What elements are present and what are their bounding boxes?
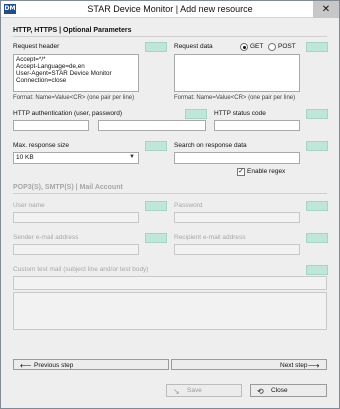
request-header-status-field bbox=[145, 42, 167, 52]
close-label: Close bbox=[271, 387, 288, 394]
recipient-input[interactable] bbox=[174, 244, 300, 255]
next-step-button[interactable]: Next step ⟶ bbox=[171, 359, 327, 370]
password-label: Password bbox=[174, 202, 203, 209]
arrow-left-icon: ⟵ bbox=[20, 361, 32, 370]
recipient-label: Recipient e-mail address bbox=[174, 234, 246, 241]
http-auth-user-input[interactable] bbox=[13, 120, 89, 131]
enable-regex-label: Enable regex bbox=[247, 168, 286, 175]
post-radio-label: POST bbox=[278, 43, 296, 50]
http-status-input[interactable] bbox=[214, 120, 300, 131]
save-label: Save bbox=[187, 387, 202, 394]
get-radio[interactable] bbox=[240, 43, 248, 51]
request-data-hint: Format: Name=Value<CR> (one pair per lin… bbox=[174, 95, 296, 101]
search-response-input[interactable] bbox=[174, 152, 300, 164]
custom-mail-label: Custom test mail (subject line and/or te… bbox=[13, 266, 149, 273]
search-response-label: Search on response data bbox=[174, 142, 247, 149]
exit-icon: ⟲ bbox=[257, 387, 264, 396]
dialog-window: DM STAR Device Monitor | Add new resourc… bbox=[0, 0, 340, 409]
http-auth-label: HTTP authentication (user, password) bbox=[13, 110, 122, 117]
sender-input[interactable] bbox=[13, 244, 139, 255]
request-header-label: Request header bbox=[13, 43, 60, 50]
request-header-value: Accept=*/* Accept-Language=de,en User-Ag… bbox=[16, 56, 112, 84]
request-header-textarea[interactable]: Accept=*/* Accept-Language=de,en User-Ag… bbox=[13, 54, 139, 92]
user-name-label: User name bbox=[13, 202, 45, 209]
http-status-status-field bbox=[306, 109, 328, 119]
request-data-status-field bbox=[306, 42, 328, 52]
sender-label: Sender e-mail address bbox=[13, 234, 79, 241]
custom-mail-status-field bbox=[306, 265, 328, 275]
password-status-field bbox=[306, 201, 328, 211]
save-button[interactable]: ↘ Save bbox=[166, 384, 242, 397]
custom-mail-body-textarea[interactable] bbox=[13, 292, 327, 330]
title-bar: DM STAR Device Monitor | Add new resourc… bbox=[1, 1, 339, 18]
http-status-label: HTTP status code bbox=[214, 110, 266, 117]
http-section-title: HTTP, HTTPS | Optional Parameters bbox=[13, 27, 132, 34]
max-response-status-field bbox=[145, 141, 167, 151]
user-name-status-field bbox=[145, 201, 167, 211]
max-response-select[interactable]: 10 KB ▼ bbox=[13, 152, 139, 164]
http-auth-password-input[interactable] bbox=[98, 120, 206, 131]
section-divider bbox=[13, 193, 327, 194]
custom-mail-subject-input[interactable] bbox=[13, 276, 327, 290]
search-response-status-field bbox=[306, 141, 328, 151]
next-step-label: Next step bbox=[280, 362, 308, 369]
max-response-label: Max. response size bbox=[13, 142, 69, 149]
close-button[interactable]: ⟲ Close bbox=[250, 384, 327, 397]
http-auth-status-field bbox=[185, 109, 207, 119]
password-input[interactable] bbox=[174, 212, 300, 223]
recipient-status-field bbox=[306, 233, 328, 243]
chevron-down-icon: ▼ bbox=[129, 154, 135, 160]
mail-section-title: POP3(S), SMTP(S) | Mail Account bbox=[13, 184, 123, 191]
request-data-textarea[interactable] bbox=[174, 54, 300, 92]
get-radio-label: GET bbox=[250, 43, 264, 50]
section-divider bbox=[13, 36, 327, 37]
max-response-value: 10 KB bbox=[16, 154, 34, 161]
save-icon: ↘ bbox=[173, 387, 180, 396]
previous-step-button[interactable]: ⟵ Previous step bbox=[13, 359, 169, 370]
previous-step-label: Previous step bbox=[34, 362, 74, 369]
request-header-hint: Format: Name=Value<CR> (one pair per lin… bbox=[13, 95, 135, 101]
sender-status-field bbox=[145, 233, 167, 243]
close-window-button[interactable]: ✕ bbox=[313, 1, 339, 18]
user-name-input[interactable] bbox=[13, 212, 139, 223]
arrow-right-icon: ⟶ bbox=[308, 361, 320, 370]
request-data-label: Request data bbox=[174, 43, 213, 50]
enable-regex-checkbox[interactable]: ✓ bbox=[237, 168, 245, 176]
post-radio[interactable] bbox=[268, 43, 276, 51]
window-title: STAR Device Monitor | Add new resource bbox=[87, 4, 253, 14]
